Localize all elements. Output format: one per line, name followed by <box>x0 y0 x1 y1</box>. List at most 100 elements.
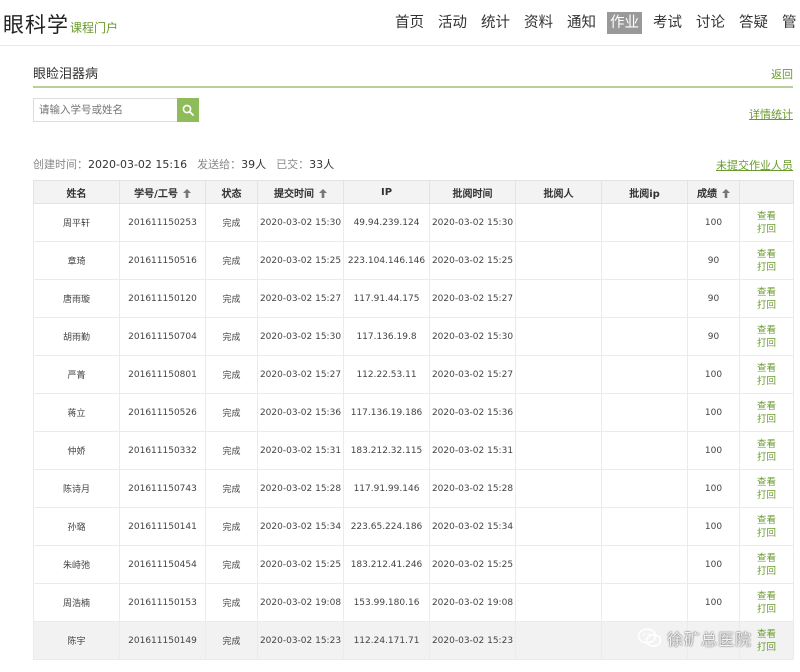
return-link[interactable]: 打回 <box>741 565 793 578</box>
cell-ip: 49.94.239.124 <box>343 203 430 242</box>
cell-actions: 查看 打回 <box>739 507 794 546</box>
return-link[interactable]: 打回 <box>741 261 793 274</box>
view-link[interactable]: 查看 <box>741 286 793 299</box>
table-row: 蒋立 201611150526 完成 2020-03-02 15:36 117.136.… <box>33 393 794 432</box>
cell-score: 100 <box>687 507 740 546</box>
search-button[interactable] <box>177 98 199 122</box>
page-title: 眼睑泪器病 <box>33 67 99 82</box>
cell-score: 90 <box>687 279 740 318</box>
nav-home[interactable]: 首页 <box>392 12 427 34</box>
cell-name: 胡雨勤 <box>33 317 120 356</box>
cell-student-id: 201611150454 <box>119 545 206 584</box>
header-label: 批阅ip <box>629 188 660 200</box>
cell-actions: 查看 打回 <box>739 583 794 622</box>
cell-student-id: 201611150801 <box>119 355 206 394</box>
view-link[interactable]: 查看 <box>741 210 793 223</box>
nav-qa[interactable]: 答疑 <box>736 12 771 34</box>
cell-ip: 183.212.32.115 <box>343 431 430 470</box>
cell-student-id: 201611150332 <box>119 431 206 470</box>
nav-exams[interactable]: 考试 <box>650 12 685 34</box>
cell-actions: 查看 打回 <box>739 203 794 242</box>
sent-count: 发送给：39人 <box>197 156 266 172</box>
sort-arrow-icon[interactable] <box>319 188 327 198</box>
header-label: 学号/工号 <box>134 188 178 200</box>
cell-name: 仲娇 <box>33 431 120 470</box>
cell-ip: 117.136.19.186 <box>343 393 430 432</box>
nav-statistics[interactable]: 统计 <box>478 12 513 34</box>
brand-title: 眼科学 <box>3 13 69 37</box>
view-link[interactable]: 查看 <box>741 590 793 603</box>
submitted-count: 已交：33人 <box>276 156 334 172</box>
cell-name: 严菁 <box>33 355 120 394</box>
cell-student-id: 201611150141 <box>119 507 206 546</box>
cell-reviewer <box>515 355 602 394</box>
nav-notices[interactable]: 通知 <box>564 12 599 34</box>
assignment-meta: 创建时间：2020-03-02 15:16 发送给：39人 已交：33人 <box>33 156 344 172</box>
view-link[interactable]: 查看 <box>741 514 793 527</box>
cell-submit-time: 2020-03-02 15:31 <box>257 431 344 470</box>
brand[interactable]: 眼科学 课程门户 <box>3 9 118 39</box>
cell-review-time: 2020-03-02 15:23 <box>429 621 516 660</box>
return-link[interactable]: 打回 <box>741 527 793 540</box>
cell-status: 完成 <box>205 621 258 660</box>
cell-review-time: 2020-03-02 15:27 <box>429 355 516 394</box>
back-link[interactable]: 返回 <box>771 66 793 82</box>
cell-name: 周平轩 <box>33 203 120 242</box>
view-link[interactable]: 查看 <box>741 400 793 413</box>
return-link[interactable]: 打回 <box>741 375 793 388</box>
nav-materials[interactable]: 资料 <box>521 12 556 34</box>
nav-manage[interactable]: 管 <box>779 12 800 34</box>
header-col-student-id[interactable]: 学号/工号 <box>119 180 206 204</box>
sort-arrow-icon[interactable] <box>182 188 191 198</box>
created-time: 创建时间：2020-03-02 15:16 <box>33 156 187 172</box>
cell-review-ip <box>601 393 688 432</box>
view-link[interactable]: 查看 <box>741 476 793 489</box>
table-header: 姓名 学号/工号 状态 提交时间 IP 批阅时间 批阅人 批阅ip 成绩 <box>33 180 794 204</box>
cell-review-time: 2020-03-02 19:08 <box>429 583 516 622</box>
return-link[interactable]: 打回 <box>741 413 793 426</box>
header-col-score[interactable]: 成绩 <box>687 180 740 204</box>
detail-stats-link[interactable]: 详情统计 <box>749 106 793 122</box>
return-link[interactable]: 打回 <box>741 451 793 464</box>
nav-discussion[interactable]: 讨论 <box>693 12 728 34</box>
cell-ip: 112.22.53.11 <box>343 355 430 394</box>
header-label: 成绩 <box>697 188 717 200</box>
cell-name: 蒋立 <box>33 393 120 432</box>
cell-submit-time: 2020-03-02 19:08 <box>257 583 344 622</box>
cell-reviewer <box>515 469 602 508</box>
view-link[interactable]: 查看 <box>741 552 793 565</box>
cell-reviewer <box>515 279 602 318</box>
return-link[interactable]: 打回 <box>741 489 793 502</box>
header-col-submit-time[interactable]: 提交时间 <box>257 180 344 204</box>
view-link[interactable]: 查看 <box>741 362 793 375</box>
cell-submit-time: 2020-03-02 15:34 <box>257 507 344 546</box>
header-label: 批阅人 <box>543 188 574 200</box>
cell-review-ip <box>601 241 688 280</box>
cell-reviewer <box>515 317 602 356</box>
cell-reviewer <box>515 431 602 470</box>
nav-activity[interactable]: 活动 <box>435 12 470 34</box>
cell-status: 完成 <box>205 279 258 318</box>
cell-score: 90 <box>687 241 740 280</box>
cell-actions: 查看 打回 <box>739 355 794 394</box>
return-link[interactable]: 打回 <box>741 603 793 616</box>
sort-arrow-icon[interactable] <box>722 188 730 198</box>
cell-submit-time: 2020-03-02 15:36 <box>257 393 344 432</box>
view-link[interactable]: 查看 <box>741 438 793 451</box>
cell-reviewer <box>515 583 602 622</box>
return-link[interactable]: 打回 <box>741 299 793 312</box>
cell-score: 100 <box>687 431 740 470</box>
return-link[interactable]: 打回 <box>741 337 793 350</box>
cell-student-id: 201611150743 <box>119 469 206 508</box>
nav-homework[interactable]: 作业 <box>607 12 642 34</box>
search-input[interactable] <box>33 98 177 122</box>
cell-name: 章琦 <box>33 241 120 280</box>
header-label: 批阅时间 <box>452 188 493 200</box>
return-link[interactable]: 打回 <box>741 223 793 236</box>
top-bar: 眼科学 课程门户 首页 活动 统计 资料 通知 作业 考试 讨论 答疑 管 <box>0 0 800 46</box>
unsubmitted-link[interactable]: 未提交作业人员 <box>716 157 793 173</box>
cell-name: 周浩楠 <box>33 583 120 622</box>
cell-score: 100 <box>687 393 740 432</box>
view-link[interactable]: 查看 <box>741 248 793 261</box>
view-link[interactable]: 查看 <box>741 324 793 337</box>
